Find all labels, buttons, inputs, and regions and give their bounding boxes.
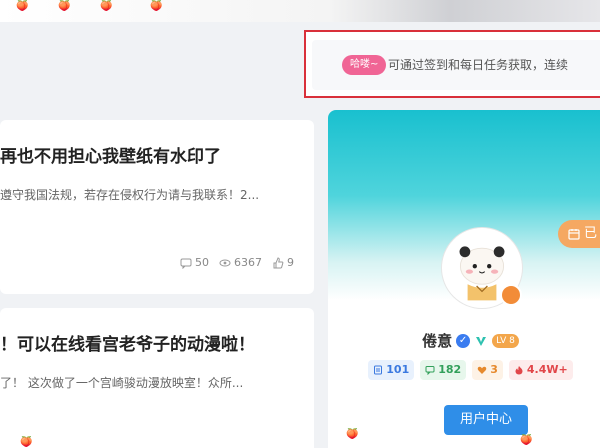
post-title[interactable]: ！可以在线看宫老爷子的动漫啦！ bbox=[0, 330, 255, 355]
username[interactable]: 倦意 bbox=[422, 330, 452, 351]
comment-icon bbox=[180, 258, 192, 269]
profile-counts: 101 182 3 4.4W+ bbox=[328, 360, 600, 380]
peach-icon: 🍑 bbox=[20, 437, 33, 448]
post-excerpt: 了！ 这次做了一个宫崎骏动漫放映室！众所... bbox=[0, 376, 244, 390]
comment-total: 182 bbox=[438, 363, 462, 376]
like-stat[interactable]: 9 bbox=[272, 256, 294, 269]
verified-check-icon: ✓ bbox=[456, 333, 471, 348]
level-badge: LV 8 bbox=[492, 333, 519, 348]
verified-badge-icon bbox=[500, 284, 522, 306]
comment-icon bbox=[425, 366, 435, 375]
post-card[interactable]: 再也不用担心我壁纸有水印了 遵守我国法规，若存在侵权行为请与我联系！2... 5… bbox=[0, 120, 314, 294]
comment-count-badge[interactable]: 182 bbox=[420, 360, 467, 380]
like-count: 9 bbox=[287, 256, 294, 269]
comment-count: 50 bbox=[195, 256, 209, 269]
signin-button[interactable]: 已 bbox=[558, 220, 600, 248]
calendar-icon bbox=[568, 229, 580, 240]
peach-icon: 🍑 bbox=[346, 429, 359, 440]
view-count: 6367 bbox=[234, 256, 262, 269]
vip-icon bbox=[476, 336, 487, 346]
username-row: 倦意 ✓ LV 8 bbox=[328, 330, 600, 351]
user-center-button[interactable]: 用户中心 bbox=[444, 405, 528, 435]
thumb-up-icon bbox=[273, 256, 284, 268]
view-total: 4.4W+ bbox=[526, 363, 568, 376]
document-icon bbox=[374, 365, 383, 375]
top-banner bbox=[0, 0, 600, 22]
post-count-badge[interactable]: 101 bbox=[368, 360, 415, 380]
like-count-badge[interactable]: 3 bbox=[472, 360, 503, 380]
notice-text: 可通过签到和每日任务获取，连续 bbox=[388, 58, 569, 72]
notice-badge: 哈喽~ bbox=[342, 55, 387, 75]
view-count-badge[interactable]: 4.4W+ bbox=[508, 360, 573, 380]
view-stat: 6367 bbox=[219, 256, 262, 269]
peach-icon: 🍑 bbox=[100, 1, 113, 12]
eye-icon bbox=[219, 259, 231, 266]
post-excerpt: 遵守我国法规，若存在侵权行为请与我联系！2... bbox=[0, 188, 260, 202]
post-title[interactable]: 再也不用担心我壁纸有水印了 bbox=[0, 142, 221, 167]
fire-icon bbox=[515, 366, 523, 375]
peach-icon: 🍑 bbox=[58, 1, 71, 12]
notice-bar: 哈喽~ 可通过签到和每日任务获取，连续 bbox=[304, 30, 600, 98]
peach-icon: 🍑 bbox=[16, 1, 29, 12]
signin-label: 已 bbox=[584, 226, 598, 241]
peach-icon: 🍑 bbox=[520, 435, 533, 446]
like-total: 3 bbox=[490, 363, 498, 376]
peach-icon: 🍑 bbox=[150, 1, 163, 12]
post-count: 101 bbox=[386, 363, 410, 376]
post-card[interactable]: ！可以在线看宫老爷子的动漫啦！ 了！ 这次做了一个宫崎骏动漫放映室！众所... bbox=[0, 308, 314, 448]
profile-card: 已 倦意 ✓ LV 8 101 182 3 4.4W+ 用户中心 bbox=[328, 110, 600, 448]
comment-stat: 50 bbox=[180, 256, 209, 269]
post-stats: 50 6367 9 bbox=[180, 256, 294, 269]
heart-icon bbox=[477, 366, 487, 374]
